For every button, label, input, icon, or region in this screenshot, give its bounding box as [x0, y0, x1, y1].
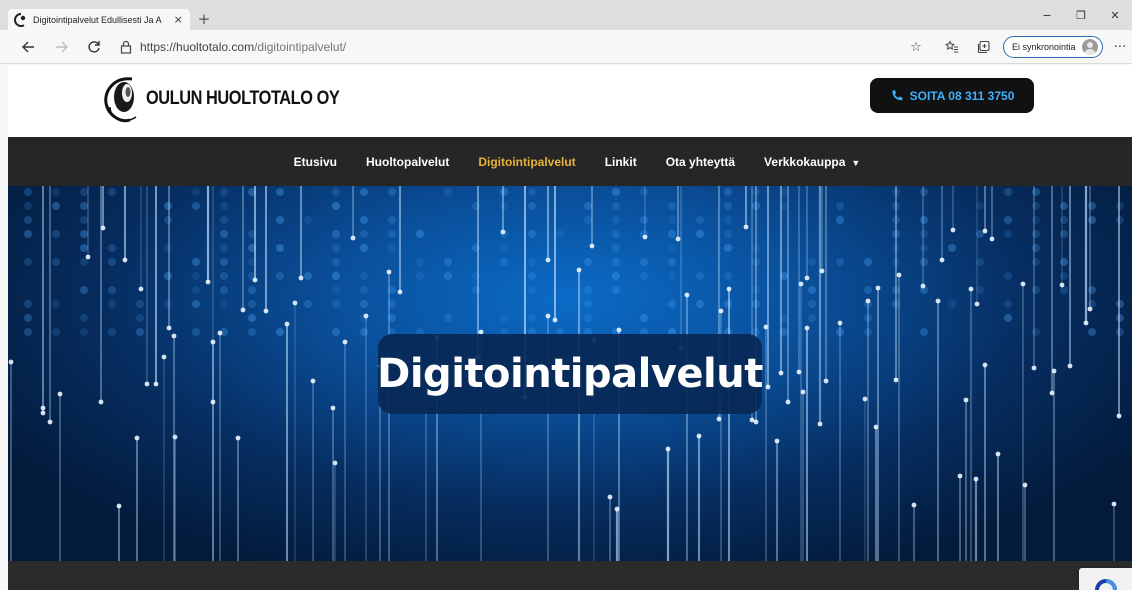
refresh-button[interactable]: [84, 37, 104, 57]
minimize-button[interactable]: −: [1030, 5, 1064, 25]
tab-title: Digitointipalvelut Edullisesti Ja A: [33, 14, 162, 25]
content-strip: [8, 561, 1132, 590]
menu-item-verkkokauppa-label: Verkkokauppa: [764, 154, 846, 169]
lock-icon: [120, 40, 132, 54]
tab-close-icon[interactable]: ×: [172, 13, 184, 26]
collections-icon[interactable]: [974, 37, 994, 57]
site-header: OULUN HUOLTOTALO OY SOITA 08 311 3750: [8, 65, 1132, 137]
forward-button[interactable]: [52, 37, 72, 57]
site-favicon-icon: [14, 12, 28, 27]
recaptcha-badge[interactable]: [1079, 568, 1132, 590]
favorites-list-icon[interactable]: [942, 37, 962, 57]
menu-item-linkit[interactable]: Linkit: [605, 155, 637, 169]
main-menu: Etusivu Huoltopalvelut Digitointipalvelu…: [8, 137, 1132, 186]
close-window-button[interactable]: ✕: [1098, 5, 1132, 25]
hero-banner: Digitointipalvelut: [8, 186, 1132, 561]
page-title: Digitointipalvelut: [377, 351, 763, 397]
menu-item-digitointipalvelut[interactable]: Digitointipalvelut: [478, 155, 575, 169]
logo-wordmark: OULUN HUOLTOTALO OY: [146, 88, 340, 109]
maximize-button[interactable]: ❐: [1064, 5, 1098, 25]
menu-item-etusivu[interactable]: Etusivu: [294, 155, 337, 169]
sync-status-label: Ei synkronointia: [1012, 42, 1076, 52]
browser-toolbar: https://huoltotalo.com/digitointipalvelu…: [0, 30, 1132, 64]
url-text: https://huoltotalo.com/digitointipalvelu…: [140, 40, 346, 54]
menu-item-huoltopalvelut[interactable]: Huoltopalvelut: [366, 155, 449, 169]
favorite-star-icon[interactable]: ☆: [906, 37, 926, 57]
web-page: OULUN HUOLTOTALO OY SOITA 08 311 3750 Et…: [8, 65, 1132, 590]
arrow-right-icon: [56, 41, 68, 53]
headset-logo-icon: [104, 77, 137, 123]
call-button[interactable]: SOITA 08 311 3750: [870, 78, 1034, 113]
call-button-label: SOITA 08 311 3750: [909, 88, 1015, 103]
url-host: https://huoltotalo.com: [140, 40, 255, 54]
url-path: /digitointipalvelut/: [254, 40, 347, 54]
phone-icon: [892, 89, 903, 100]
browser-tab[interactable]: Digitointipalvelut Edullisesti Ja A ×: [8, 9, 190, 30]
back-button[interactable]: [18, 37, 38, 57]
menu-item-ota-yhteytta[interactable]: Ota yhteyttä: [666, 155, 735, 169]
new-tab-button[interactable]: +: [196, 11, 212, 27]
recaptcha-icon: [1094, 579, 1117, 590]
profile-sync-button[interactable]: Ei synkronointia: [1003, 36, 1103, 58]
more-options-icon[interactable]: ···: [1110, 37, 1130, 57]
browser-window: Digitointipalvelut Edullisesti Ja A × + …: [0, 0, 1132, 590]
address-bar[interactable]: https://huoltotalo.com/digitointipalvelu…: [116, 36, 896, 58]
chevron-down-icon: ▼: [851, 157, 861, 168]
tab-strip: Digitointipalvelut Edullisesti Ja A × + …: [0, 0, 1132, 30]
refresh-icon: [88, 41, 100, 53]
arrow-left-icon: [22, 41, 34, 53]
profile-avatar-icon: [1082, 39, 1098, 55]
window-controls: − ❐ ✕: [1030, 5, 1132, 25]
hero-title-box: Digitointipalvelut: [377, 334, 763, 414]
menu-item-verkkokauppa[interactable]: Verkkokauppa ▼: [764, 155, 860, 169]
site-logo[interactable]: OULUN HUOLTOTALO OY: [102, 73, 371, 125]
